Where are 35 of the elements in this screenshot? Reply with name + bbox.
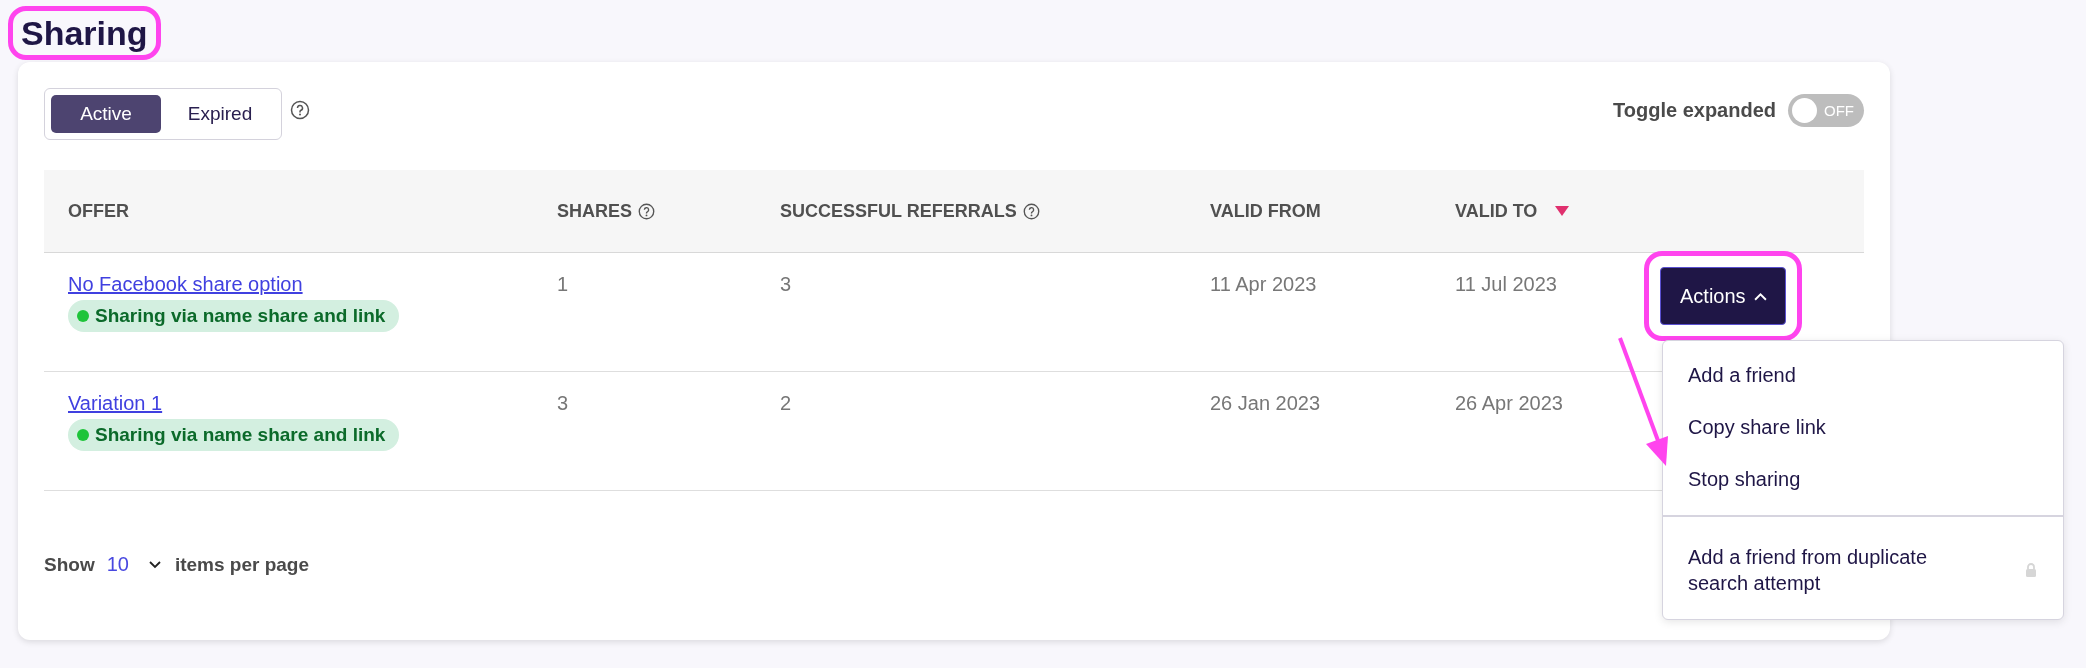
caret-icon (1753, 291, 1767, 301)
column-header[interactable]: VALID TO (1455, 200, 1570, 222)
help-icon[interactable] (1022, 202, 1040, 220)
filter-tab[interactable]: Active (51, 95, 161, 133)
sort-descending-icon (1555, 206, 1570, 216)
help-icon[interactable] (638, 202, 655, 220)
offer-link[interactable]: Variation 1 (68, 392, 163, 415)
menu-item[interactable]: Add a friend (1663, 349, 2063, 401)
help-icon[interactable] (290, 100, 310, 120)
lock-icon (2025, 563, 2037, 577)
table-cell: 2 (780, 392, 792, 414)
toggle-label: Toggle expanded (1613, 99, 1776, 122)
column-header[interactable]: VALID FROM (1210, 200, 1321, 222)
table-cell: 11 Jul 2023 (1455, 273, 1557, 295)
column-header[interactable]: SUCCESSFUL REFERRALS (780, 200, 1040, 222)
items-per-page-label: items per page (174, 553, 310, 576)
table-cell: 3 (557, 392, 569, 414)
offer-link[interactable]: No Facebook share option (68, 273, 303, 296)
actions-button[interactable]: Actions (1660, 267, 1786, 325)
column-header[interactable]: OFFER (68, 200, 129, 222)
menu-item[interactable]: Stop sharing (1663, 453, 2063, 505)
table-cell: 26 Apr 2023 (1455, 392, 1563, 414)
status-badge: Sharing via name share and link (68, 419, 400, 451)
table-cell: 1 (557, 273, 569, 295)
page-size-dropdown[interactable]: 10 (106, 553, 161, 576)
table-cell: 11 Apr 2023 (1210, 273, 1317, 295)
status-badge: Sharing via name share and link (68, 300, 400, 332)
menu-item[interactable]: Copy share link (1663, 401, 2063, 453)
show-label: Show (44, 553, 95, 576)
chevron-down-icon (148, 560, 161, 569)
table-cell: 3 (780, 273, 792, 295)
menu-item[interactable]: Add a friend from duplicate search attempt (1663, 531, 2063, 609)
table-cell: 26 Jan 2023 (1210, 392, 1321, 414)
filter-tab[interactable]: Expired (165, 95, 275, 133)
column-header[interactable]: SHARES (557, 200, 655, 222)
